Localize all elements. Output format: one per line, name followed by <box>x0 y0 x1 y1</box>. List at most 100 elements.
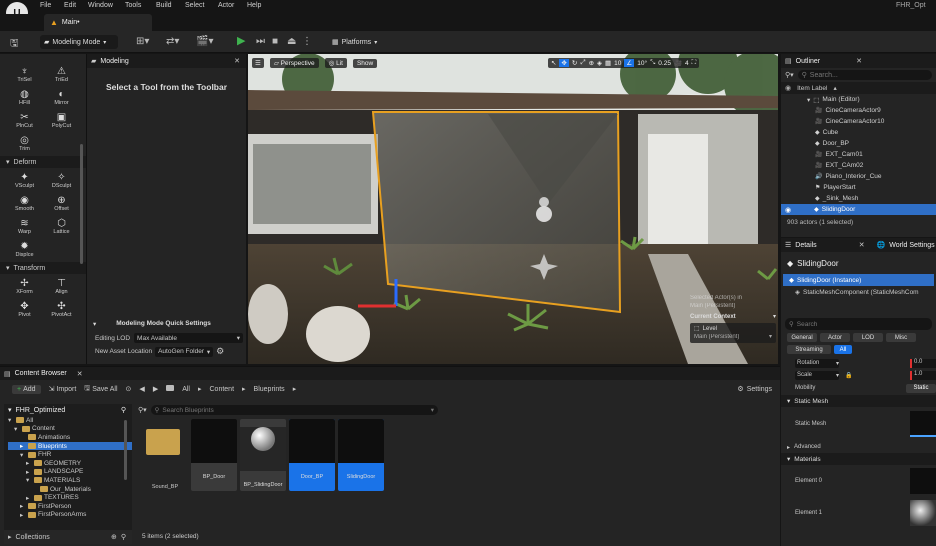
mode-dropdown[interactable]: ▰ Modeling Mode ▾ <box>40 35 118 49</box>
folder-tree-item[interactable]: ▸ GEOMETRY <box>8 459 132 468</box>
scale-dropdown[interactable]: Scale ▾ <box>795 370 839 380</box>
tool-offset[interactable]: ⊕ Offset <box>43 195 80 212</box>
hamburger-menu-icon[interactable]: ☰ <box>252 58 264 68</box>
current-context-row[interactable]: Current Context ▾ <box>690 313 776 321</box>
tool-tried[interactable]: ⚠ TriEd <box>43 66 80 83</box>
world-local-icon[interactable]: ⊕ <box>589 59 594 67</box>
breadcrumb-all[interactable]: All <box>182 386 190 393</box>
scale-value-input[interactable]: 1.0 <box>910 370 936 380</box>
tool-xform[interactable]: ✢ XForm <box>6 278 43 295</box>
close-icon[interactable]: ✕ <box>234 57 240 65</box>
stop-icon[interactable]: ■ <box>272 36 278 47</box>
rotate-icon[interactable]: ↻ <box>572 59 577 67</box>
select-mode-icon[interactable]: ↖ <box>551 59 556 67</box>
perspective-button[interactable]: ▱ Perspective <box>269 58 319 68</box>
menu-actor[interactable]: Actor <box>218 2 234 9</box>
outliner-row[interactable]: 🎥 CineCameraActor9 <box>781 105 936 116</box>
deform-section-header[interactable]: ▾ Deform <box>0 156 86 168</box>
details-search-input[interactable]: ⚲ Search <box>785 318 932 330</box>
angle-snap-value[interactable]: 10° <box>637 60 647 67</box>
materials-section-header[interactable]: ▾ Materials <box>781 453 936 465</box>
scale-snap-value[interactable]: 0.25 <box>658 60 671 67</box>
tool-polycut[interactable]: ▣ PolyCut <box>43 112 80 129</box>
static-mesh-section-header[interactable]: ▾ Static Mesh <box>781 395 936 407</box>
lit-button[interactable]: ◎ Lit <box>324 58 347 68</box>
folder-tree-item[interactable]: ▸ Blueprints <box>8 441 132 451</box>
import-button[interactable]: ⇲ Import <box>49 385 77 394</box>
static-mesh-thumbnail[interactable] <box>910 411 936 437</box>
tool-pivotact[interactable]: ✣ PivotAct <box>43 301 80 318</box>
filter-all[interactable]: All <box>834 345 852 354</box>
menu-window[interactable]: Window <box>88 2 113 9</box>
folder-tree-item[interactable]: ▾ All <box>8 416 132 425</box>
back-icon[interactable]: ◀ <box>139 385 144 393</box>
modeling-tab[interactable]: ▰ Modeling ✕ <box>87 54 246 68</box>
filter-actor[interactable]: Actor <box>820 333 850 342</box>
translate-icon[interactable]: ✥ <box>559 59 569 67</box>
step-icon[interactable]: ⏭ <box>256 36 265 47</box>
folder-tree-item[interactable]: ▾ FHR <box>8 450 132 459</box>
folder-icon[interactable] <box>166 385 175 393</box>
outliner-row[interactable]: ⚑ PlayerStart <box>781 182 936 193</box>
element1-thumbnail[interactable] <box>910 500 936 526</box>
outliner-row[interactable]: 🔊 Piano_Interior_Cue <box>781 171 936 182</box>
settings-button[interactable]: ⚙ Settings <box>737 385 772 394</box>
more-options-icon[interactable]: ⋮ <box>302 36 312 47</box>
folder-tree-item[interactable]: ▸ TEXTURES <box>8 493 132 502</box>
new-asset-dropdown[interactable]: AutoGen Folder ▾ <box>155 346 214 357</box>
menu-select[interactable]: Select <box>185 2 204 9</box>
project-root-row[interactable]: ▾ FHR_Optimized ⚲ <box>4 404 132 416</box>
menu-help[interactable]: Help <box>247 2 261 9</box>
outliner-row[interactable]: ◆ _Sink_Mesh <box>781 193 936 204</box>
asset-tile[interactable]: Door_BP <box>289 419 335 491</box>
palette-scrollbar[interactable] <box>80 144 83 264</box>
quick-settings-header[interactable]: ▾ Modeling Mode Quick Settings <box>93 320 243 328</box>
folder-tree-item[interactable]: Our_Materials <box>8 485 132 494</box>
folder-tree-item[interactable]: ▾ MATERIALS <box>8 476 132 485</box>
asset-tile[interactable]: BP_Door <box>191 419 237 491</box>
tab-details[interactable]: Details <box>795 242 816 249</box>
level-viewport[interactable]: ☰ ▱ Perspective ◎ Lit Show ↖ ✥ ↻ ⤢ ⊕ ◈ ▦… <box>248 54 778 364</box>
play-icon[interactable]: ▶ <box>237 34 245 47</box>
add-collection-icon[interactable]: ⊕ <box>111 533 117 541</box>
tool-lattice[interactable]: ⬡ Lattice <box>43 218 80 235</box>
filter-general[interactable]: General <box>787 333 817 342</box>
menu-edit[interactable]: Edit <box>64 2 76 9</box>
outliner-row[interactable]: 🎥 EXT_CAm02 <box>781 160 936 171</box>
rotation-value-input[interactable]: 0.0 <box>910 358 936 368</box>
grid-snap-icon[interactable]: ▦ <box>605 59 611 67</box>
filter-lod[interactable]: LOD <box>853 333 883 342</box>
tool-mirror[interactable]: ◐ Mirror <box>43 89 80 106</box>
filter-icon[interactable]: ⚲▾ <box>785 71 794 79</box>
element0-thumbnail[interactable] <box>910 468 936 494</box>
angle-snap-icon[interactable]: ∠ <box>624 59 635 67</box>
breadcrumb-blueprints[interactable]: Blueprints <box>254 386 285 393</box>
component-row[interactable]: ◈ StaticMeshComponent (StaticMeshCom <box>781 286 936 298</box>
gear-icon[interactable]: ⚙ <box>216 346 224 357</box>
menu-tools[interactable]: Tools <box>125 2 141 9</box>
filter-misc[interactable]: Misc <box>886 333 916 342</box>
folder-tree-item[interactable]: ▸ FirstPersonArms <box>8 511 132 520</box>
tab-world-settings[interactable]: World Settings <box>889 242 934 249</box>
mobility-static-button[interactable]: Static <box>906 383 936 393</box>
cinematics-icon[interactable]: 🎬▾ <box>196 36 213 47</box>
collections-row[interactable]: ▸ Collections ⊕ ⚲ <box>4 530 132 544</box>
camera-speed-value[interactable]: 4 <box>685 60 689 67</box>
save-icon[interactable]: 🖫 <box>10 36 19 53</box>
tool-trim[interactable]: ◎ Trim <box>6 135 43 152</box>
visibility-icon[interactable]: ◉ <box>785 206 791 214</box>
outliner-row[interactable]: 🎥 CineCameraActor10 <box>781 116 936 127</box>
outliner-tab[interactable]: ▤ Outliner ✕ <box>781 54 936 68</box>
eject-icon[interactable]: ⏏ <box>287 36 296 47</box>
grid-snap-value[interactable]: 10 <box>614 60 621 67</box>
content-browser-tab[interactable]: ▤ Content Browser ✕ <box>0 367 780 380</box>
asset-tile[interactable]: Sound_BP <box>142 419 188 491</box>
blueprint-icon[interactable]: ⇄▾ <box>166 36 179 47</box>
add-button[interactable]: + Add <box>12 384 41 394</box>
editing-lod-dropdown[interactable]: Max Available ▾ <box>134 333 243 343</box>
folder-tree-item[interactable]: ▾ Content <box>8 425 132 434</box>
close-icon[interactable]: ✕ <box>856 57 862 65</box>
menu-build[interactable]: Build <box>156 2 172 9</box>
instance-row[interactable]: ◆ SlidingDoor (Instance) <box>783 274 934 286</box>
tool-displce[interactable]: ✹ Displce <box>6 241 43 258</box>
